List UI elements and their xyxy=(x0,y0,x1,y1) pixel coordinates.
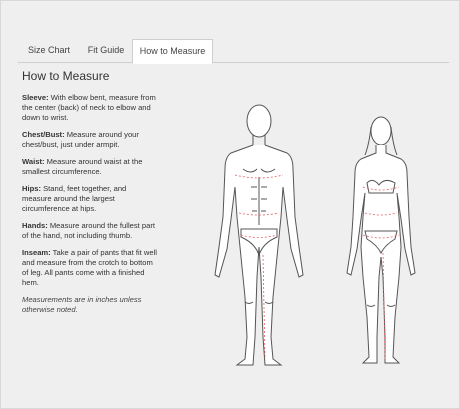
sleeve-term: Sleeve: xyxy=(22,93,49,102)
waist-instruction: Waist: Measure around waist at the small… xyxy=(22,157,157,177)
how-to-measure-panel: Size Chart Fit Guide How to Measure How … xyxy=(0,0,460,409)
body-measurement-illustration xyxy=(214,104,416,366)
sleeve-instruction: Sleeve: With elbow bent, measure from th… xyxy=(22,93,157,123)
hands-term: Hands: xyxy=(22,221,48,230)
female-figure xyxy=(346,116,416,364)
male-figure xyxy=(214,104,304,366)
measurement-note: Measurements are in inches unless otherw… xyxy=(22,295,142,314)
tab-fit-guide[interactable]: Fit Guide xyxy=(80,39,132,61)
hips-term: Hips: xyxy=(22,184,41,193)
tab-size-chart[interactable]: Size Chart xyxy=(18,39,80,61)
instructions-column: How to Measure Sleeve: With elbow bent, … xyxy=(22,69,157,315)
hips-instruction: Hips: Stand, feet together, and measure … xyxy=(22,184,157,214)
inseam-instruction: Inseam: Take a pair of pants that fit we… xyxy=(22,248,157,288)
page-title: How to Measure xyxy=(22,69,110,83)
hands-instruction: Hands: Measure around the fullest part o… xyxy=(22,221,157,241)
inseam-term: Inseam: xyxy=(22,248,51,257)
tab-how-to-measure[interactable]: How to Measure xyxy=(132,39,213,64)
chest-term: Chest/Bust: xyxy=(22,130,65,139)
tab-bar: Size Chart Fit Guide How to Measure xyxy=(18,39,449,64)
waist-term: Waist: xyxy=(22,157,45,166)
chest-instruction: Chest/Bust: Measure around your chest/bu… xyxy=(22,130,157,150)
